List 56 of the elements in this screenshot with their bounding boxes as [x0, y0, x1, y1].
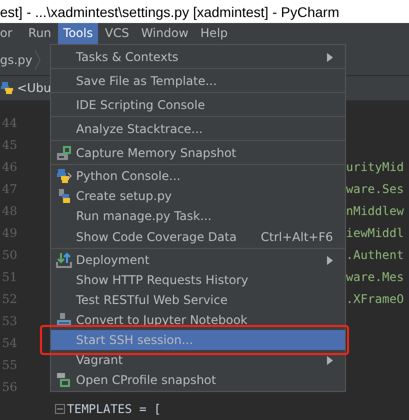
run-configuration[interactable]: <Ubu — [17, 81, 52, 95]
code-text: TEMPLATES = [ — [67, 402, 161, 416]
menu-item[interactable]: Capture Memory Snapshot — [51, 142, 345, 165]
menu-bar-item[interactable]: Tools — [58, 23, 98, 44]
line-number: 56 — [1, 380, 18, 394]
code-text: ware.Mes — [346, 270, 404, 284]
line-number: 54 — [1, 336, 18, 350]
window-title: est] - ...\xadmintest\settings.py [xadmintest] - PyCharm — [0, 4, 340, 20]
menu-item[interactable]: Run manage.py Task... — [51, 206, 345, 226]
code-text: nMiddlew — [346, 204, 404, 218]
submenu-arrow-icon — [327, 356, 333, 364]
code-text: iewMiddl — [346, 226, 404, 240]
line-number: 55 — [1, 358, 18, 372]
python-icon — [56, 168, 72, 184]
line-number: 48 — [1, 204, 18, 218]
menu-item[interactable]: Show HTTP Requests History — [51, 270, 345, 290]
code-text: ware.Ses — [346, 182, 404, 196]
up-down-arrows-icon — [56, 252, 72, 268]
menu-item[interactable]: Open CProfile snapshot — [51, 370, 345, 390]
menu-item[interactable]: Save File as Template... — [51, 70, 345, 93]
menu-bar-item[interactable]: or — [0, 23, 18, 44]
menu-bar-item[interactable]: Run — [23, 23, 56, 44]
menu-item[interactable]: Show Code Coverage Data Ctrl+Alt+F6 — [51, 226, 345, 249]
breadcrumb-item[interactable]: gs.py — [0, 52, 36, 66]
line-number: 52 — [1, 292, 18, 306]
menu-bar-item[interactable]: Help — [195, 23, 233, 44]
code-text: .XFrameO — [346, 292, 404, 306]
line-number: 53 — [1, 314, 18, 328]
menu-item[interactable]: Vagrant — [51, 350, 345, 370]
line-number: 47 — [1, 182, 18, 196]
menu-item[interactable]: Create setup.py — [51, 186, 345, 206]
line-number: 50 — [1, 248, 18, 262]
line-number: 46 — [1, 160, 18, 174]
line-number: 51 — [1, 270, 18, 284]
menu-item[interactable]: Tasks & Contexts — [51, 46, 345, 69]
drive-chip-icon — [56, 145, 72, 161]
notebook-icon — [56, 312, 72, 328]
code-text: .Authent — [346, 248, 404, 262]
menu-bar-item[interactable]: VCS — [100, 23, 134, 44]
line-number: 44 — [1, 116, 18, 130]
menu-bar-item[interactable]: Window — [136, 23, 194, 44]
menu-item[interactable]: Test RESTful Web Service — [51, 290, 345, 310]
code-text: urityMid — [346, 160, 404, 174]
menu-item[interactable]: IDE Scripting Console — [51, 94, 345, 117]
python-icon — [0, 81, 14, 95]
line-number: 45 — [1, 138, 18, 152]
line-number: 49 — [1, 226, 18, 240]
shortcut-text: Ctrl+Alt+F6 — [260, 230, 333, 244]
chevron-icon — [35, 50, 42, 70]
menu-item[interactable]: Deployment — [51, 250, 345, 270]
menu-item[interactable]: Analyze Stacktrace... — [51, 118, 345, 141]
submenu-arrow-icon — [327, 256, 333, 264]
submenu-arrow-icon — [327, 52, 333, 62]
profile-chip-icon — [56, 372, 72, 388]
menu-item[interactable]: Python Console... — [51, 166, 345, 186]
fold-icon[interactable] — [55, 404, 65, 414]
